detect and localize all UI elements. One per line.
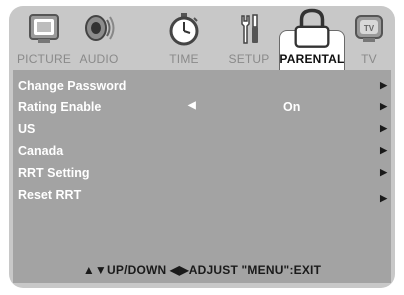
right-arrow-icon: ▶ bbox=[380, 80, 387, 90]
picture-icon bbox=[29, 14, 59, 43]
tab-label: AUDIO bbox=[79, 52, 119, 66]
tab-tv[interactable]: TV TV bbox=[349, 6, 389, 70]
row-label: Change Password bbox=[18, 79, 127, 93]
row-label: Canada bbox=[18, 144, 64, 158]
right-arrow-icon: ▶ bbox=[380, 145, 387, 155]
tab-parental[interactable]: PARENTAL bbox=[277, 6, 347, 72]
right-arrow-icon: ▶ bbox=[380, 167, 387, 177]
lock-icon bbox=[294, 8, 330, 48]
row-label: RRT Setting bbox=[18, 166, 90, 180]
tab-label: PARENTAL bbox=[279, 52, 345, 66]
menu-row-canada[interactable]: Canada ▶ bbox=[13, 141, 391, 162]
menu-row-reset-rrt[interactable]: Reset RRT ▶ bbox=[13, 185, 391, 206]
tab-label: TV bbox=[361, 52, 377, 66]
tab-label: SETUP bbox=[228, 52, 270, 66]
tab-label: TIME bbox=[169, 52, 199, 66]
navigation-hint: ▲▼UP/DOWN ◀▶ADJUST "MENU":EXIT bbox=[82, 263, 322, 277]
tools-icon bbox=[241, 14, 258, 44]
row-label: Reset RRT bbox=[18, 188, 82, 202]
svg-text:TV: TV bbox=[364, 24, 375, 33]
right-arrow-icon: ▶ bbox=[380, 123, 387, 133]
menu-tab-bar: PICTURE AUDIO TIME SETUP PARENTAL TV TV bbox=[9, 6, 395, 72]
speaker-icon bbox=[85, 15, 115, 41]
right-arrow-icon[interactable]: ▶ bbox=[380, 101, 387, 112]
parental-settings-panel: Change Password ▶ Rating Enable ◀ On ▶ U… bbox=[13, 70, 391, 283]
tv-icon: TV bbox=[355, 15, 383, 42]
tab-picture[interactable]: PICTURE bbox=[15, 6, 73, 70]
menu-row-rating-enable[interactable]: Rating Enable ◀ On ▶ bbox=[13, 97, 391, 118]
menu-row-us[interactable]: US ▶ bbox=[13, 119, 391, 140]
row-label: US bbox=[18, 122, 36, 136]
row-label: Rating Enable bbox=[18, 100, 102, 114]
tab-setup[interactable]: SETUP bbox=[223, 6, 275, 70]
rating-enable-value: On bbox=[283, 100, 301, 114]
left-arrow-icon[interactable]: ◀ bbox=[188, 100, 196, 111]
menu-row-rrt-setting[interactable]: RRT Setting ▶ bbox=[13, 163, 391, 184]
tab-label: PICTURE bbox=[16, 52, 72, 66]
stopwatch-icon bbox=[169, 13, 199, 46]
right-arrow-icon: ▶ bbox=[380, 193, 387, 203]
tab-audio[interactable]: AUDIO bbox=[73, 6, 125, 70]
menu-row-change-password[interactable]: Change Password ▶ bbox=[13, 76, 391, 97]
parental-menu-screen: PICTURE AUDIO TIME SETUP PARENTAL TV TV … bbox=[9, 6, 395, 288]
tab-time[interactable]: TIME bbox=[159, 6, 209, 70]
